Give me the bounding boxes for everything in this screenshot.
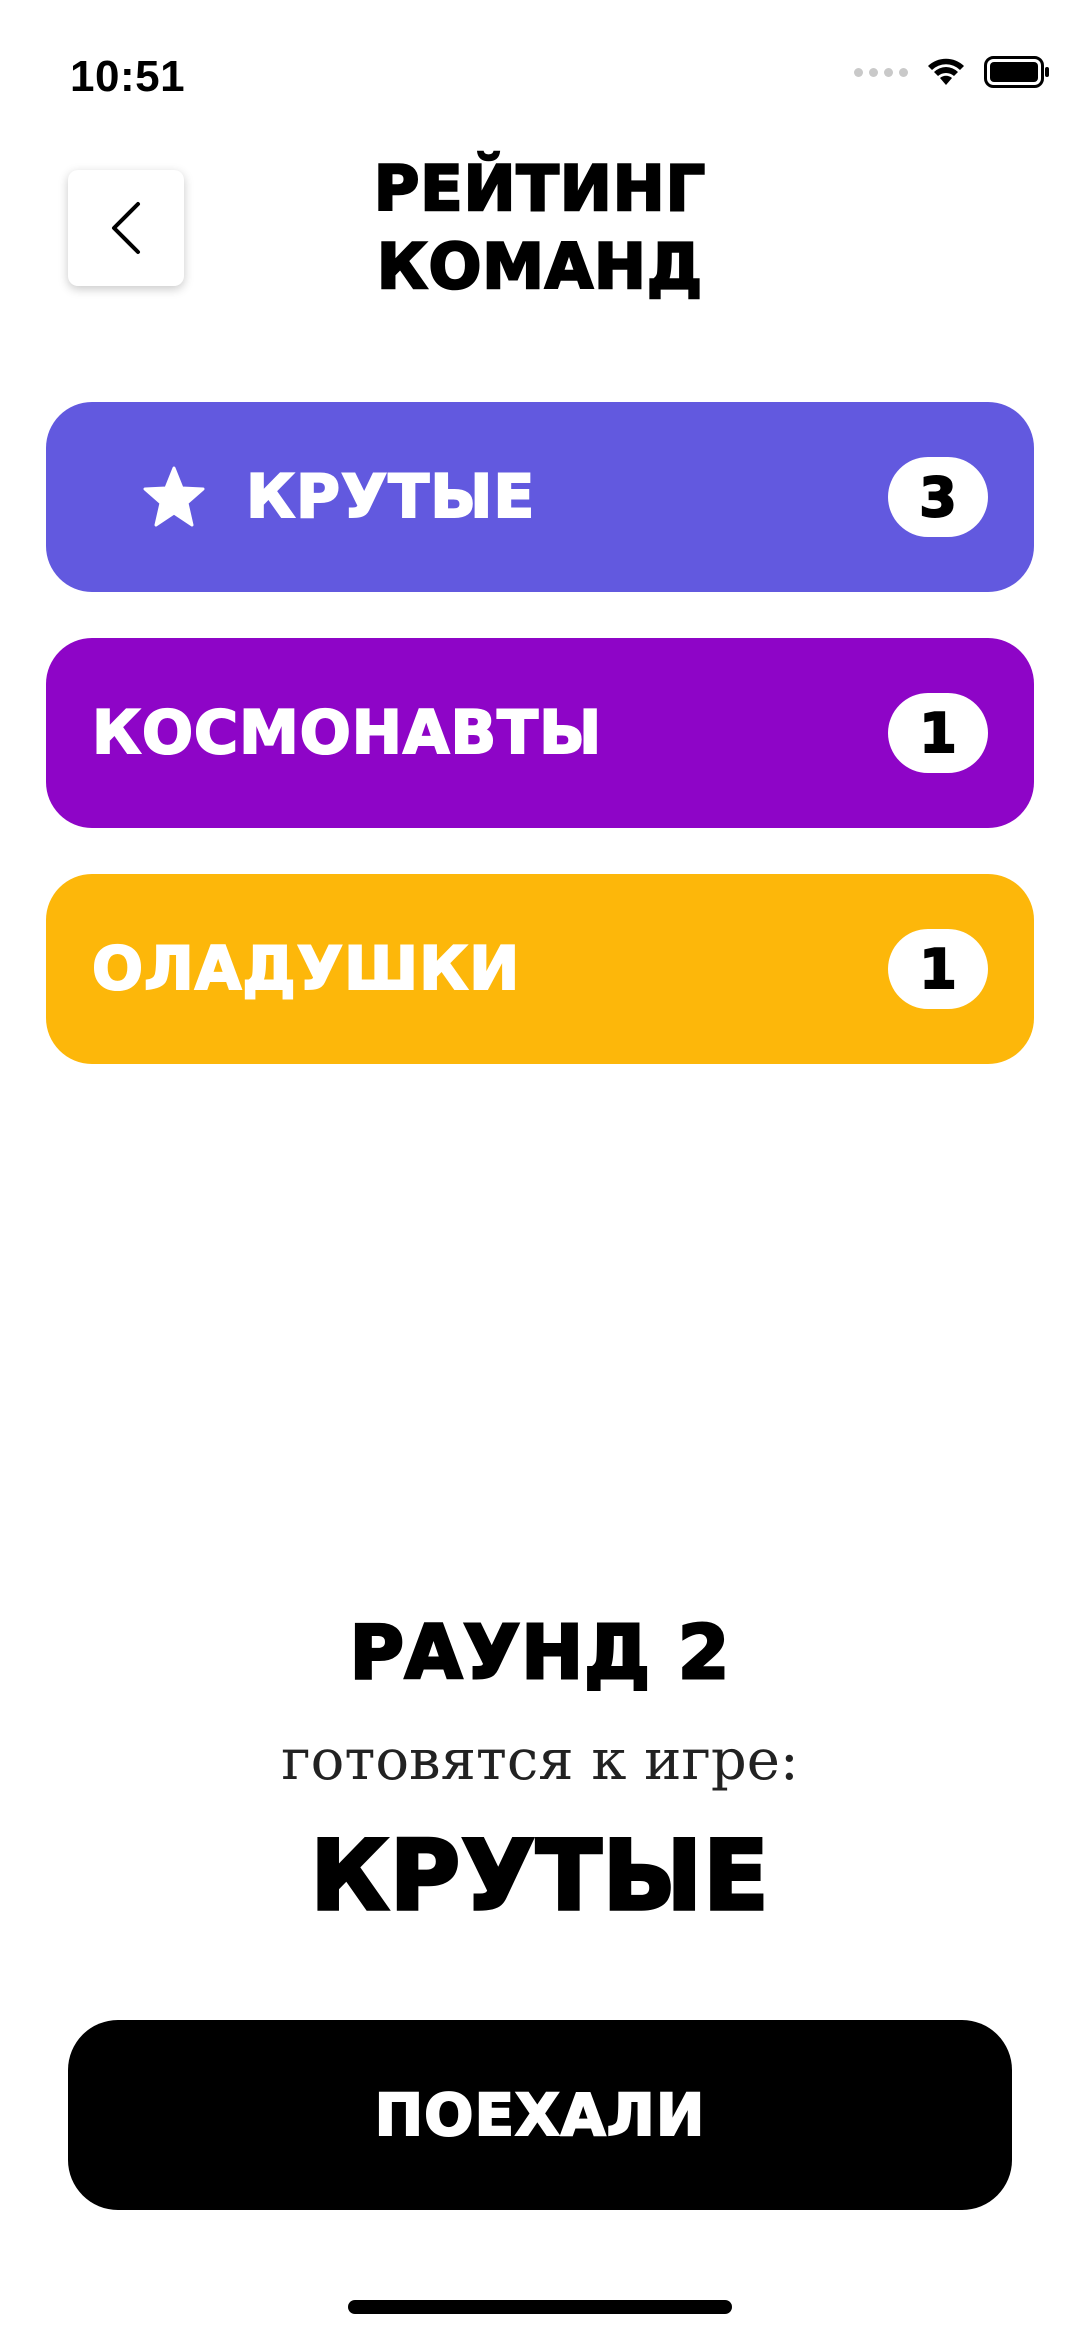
- team-name: КОСМОНАВТЫ: [91, 697, 603, 769]
- team-card-oladushki[interactable]: ОЛАДУШКИ 1: [46, 874, 1034, 1064]
- home-indicator: [348, 2300, 732, 2314]
- page-title-line1: РЕЙТИНГ: [373, 151, 707, 227]
- chevron-left-icon: [112, 202, 140, 254]
- cellular-signal-icon: [854, 67, 908, 77]
- team-score-badge: 1: [888, 929, 988, 1009]
- page-title: РЕЙТИНГ КОМАНД: [240, 150, 840, 306]
- team-name: ОЛАДУШКИ: [91, 933, 521, 1005]
- wifi-icon: [928, 58, 964, 85]
- go-button[interactable]: ПОЕХАЛИ: [68, 2020, 1012, 2210]
- round-subtitle: готовятся к игре:: [281, 1728, 799, 1793]
- status-indicators: [854, 56, 1050, 88]
- status-time: 10:51: [70, 52, 186, 101]
- team-card-krutye[interactable]: КРУТЫЕ 3: [46, 402, 1034, 592]
- team-score-badge: 3: [888, 457, 988, 537]
- team-score-badge: 1: [888, 693, 988, 773]
- team-name: КРУТЫЕ: [245, 461, 536, 533]
- current-team-name: КРУТЫЕ: [309, 1818, 771, 1934]
- team-card-kosmonavty[interactable]: КОСМОНАВТЫ 1: [46, 638, 1034, 828]
- go-button-label: ПОЕХАЛИ: [374, 2080, 706, 2150]
- back-button[interactable]: [68, 170, 184, 286]
- star-icon: [142, 465, 206, 529]
- round-title: РАУНД 2: [348, 1609, 731, 1698]
- page-title-line2: КОМАНД: [376, 229, 704, 305]
- battery-icon: [984, 56, 1049, 88]
